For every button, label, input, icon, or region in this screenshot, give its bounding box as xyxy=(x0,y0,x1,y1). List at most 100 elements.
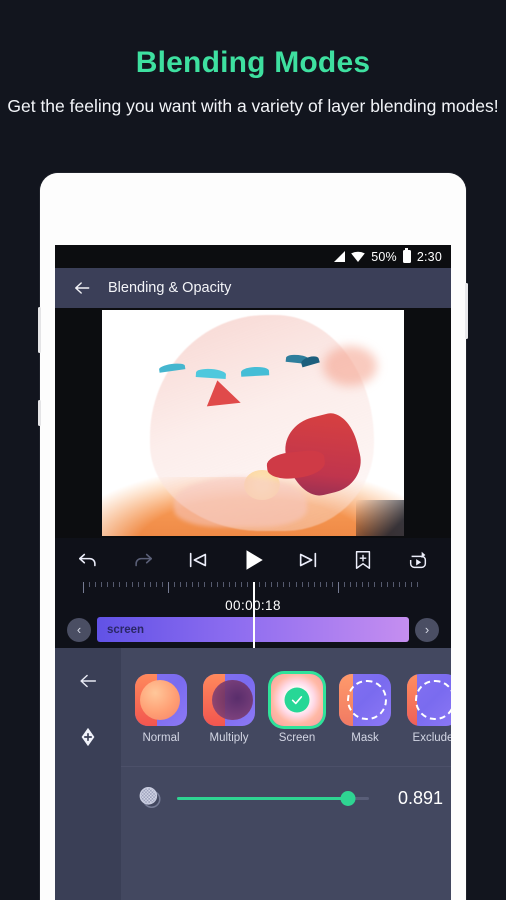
bookmark-add-icon xyxy=(355,551,371,569)
next-clip-button[interactable]: › xyxy=(415,617,439,642)
slider-knob[interactable] xyxy=(340,790,356,806)
opacity-value-label: 0.891 xyxy=(397,787,443,808)
playhead[interactable] xyxy=(253,582,255,648)
blending-panel: Normal Multiply Screen Mask Exclude 0.89… xyxy=(55,648,451,900)
battery-icon xyxy=(402,247,411,263)
blend-mode-label: Exclude xyxy=(412,732,451,744)
ruler-tick xyxy=(168,582,169,593)
video-preview[interactable] xyxy=(102,310,404,536)
skip-next-icon xyxy=(299,552,317,568)
phone-volume-button xyxy=(38,307,41,353)
ruler-tick xyxy=(331,582,333,587)
arrow-left-icon xyxy=(80,674,97,688)
ruler-tick xyxy=(404,582,406,587)
ruler-tick xyxy=(338,582,339,593)
ruler-tick xyxy=(344,582,346,587)
loop-export-button[interactable] xyxy=(405,547,431,573)
ruler-tick xyxy=(259,582,261,587)
blend-mode-screen[interactable]: Screen xyxy=(271,674,323,744)
preview-dark-corner xyxy=(355,499,404,536)
app-screen: 50% 2:30 Blending & Opacity ‹ screen › N… xyxy=(55,245,451,900)
wifi-icon xyxy=(351,251,366,262)
ruler-tick xyxy=(155,582,157,587)
status-bar: 50% 2:30 xyxy=(55,245,451,268)
page-title: Blending Modes xyxy=(135,46,371,79)
ruler-tick xyxy=(149,582,151,587)
ruler-tick xyxy=(107,582,109,587)
app-bar: Blending & Opacity xyxy=(55,268,451,308)
previous-clip-button[interactable]: ‹ xyxy=(67,617,91,642)
clock-label: 2:30 xyxy=(416,249,442,264)
slider-fill xyxy=(177,796,349,800)
opacity-icon[interactable] xyxy=(137,785,163,811)
blend-mode-multiply[interactable]: Multiply xyxy=(203,674,255,744)
ruler-tick xyxy=(410,582,412,587)
undo-icon xyxy=(78,553,96,567)
battery-percent-label: 50% xyxy=(371,249,397,264)
ruler-tick xyxy=(161,582,163,587)
ruler-tick xyxy=(137,582,139,587)
ruler-tick xyxy=(143,582,145,587)
ruler-tick xyxy=(131,582,133,587)
ruler-tick xyxy=(180,582,182,587)
thumb-circle xyxy=(139,679,181,721)
ruler-tick xyxy=(307,582,309,587)
blend-mode-thumbnail-selected xyxy=(271,674,323,726)
panel-back-button[interactable] xyxy=(75,668,101,694)
ruler-tick xyxy=(89,582,91,587)
add-keyframe-button[interactable] xyxy=(75,724,101,750)
blend-mode-thumbnail xyxy=(203,674,255,726)
play-button[interactable] xyxy=(240,547,266,573)
undo-button[interactable] xyxy=(75,547,101,573)
blend-mode-list: Normal Multiply Screen Mask Exclude xyxy=(121,648,451,744)
skip-to-end-button[interactable] xyxy=(295,547,321,573)
panel-rail xyxy=(55,648,121,900)
blend-mode-thumbnail xyxy=(339,674,391,726)
thumb-circle xyxy=(212,679,253,721)
ruler-tick xyxy=(368,582,370,587)
ruler-tick xyxy=(380,582,382,587)
blend-mode-mask[interactable]: Mask xyxy=(339,674,391,744)
ruler-tick xyxy=(83,582,84,593)
phone-volume-down-button xyxy=(38,400,41,426)
blend-mode-normal[interactable]: Normal xyxy=(135,674,187,744)
ruler-tick xyxy=(313,582,315,587)
arrow-left-icon[interactable] xyxy=(72,278,92,298)
timeline[interactable]: 00:00:18 ‹ screen › xyxy=(55,582,451,648)
ruler-tick xyxy=(289,582,291,587)
blend-mode-label: Normal xyxy=(142,732,180,744)
promo-screenshot: Blending Modes Get the feeling you want … xyxy=(0,0,506,900)
clip-label: screen xyxy=(107,623,145,636)
phone-power-button xyxy=(465,283,468,339)
blend-mode-thumbnail xyxy=(407,674,451,726)
ruler-tick xyxy=(210,582,212,587)
skip-to-start-button[interactable] xyxy=(185,547,211,573)
ruler-tick xyxy=(301,582,303,587)
promo-header: Blending Modes Get the feeling you want … xyxy=(0,0,506,119)
opacity-slider[interactable] xyxy=(177,789,369,807)
ruler-tick xyxy=(398,582,400,587)
ruler-tick xyxy=(277,582,279,587)
blend-mode-exclude[interactable]: Exclude xyxy=(407,674,451,744)
redo-icon xyxy=(135,553,153,567)
loop-icon xyxy=(409,551,427,569)
ruler-tick xyxy=(325,582,327,587)
page-subtitle: Get the feeling you want with a variety … xyxy=(7,96,499,116)
skip-previous-icon xyxy=(189,552,207,568)
ruler-tick xyxy=(216,582,218,587)
selected-check-badge xyxy=(284,687,310,713)
check-icon xyxy=(291,696,303,705)
ruler-tick xyxy=(350,582,352,587)
ruler-tick xyxy=(113,582,115,587)
ruler-tick xyxy=(295,582,297,587)
ruler-tick xyxy=(416,582,418,587)
ruler-tick xyxy=(392,582,394,587)
add-bookmark-button[interactable] xyxy=(350,547,376,573)
ruler-tick xyxy=(319,582,321,587)
app-bar-title: Blending & Opacity xyxy=(108,280,232,296)
ruler-tick xyxy=(101,582,103,587)
keyframe-diamond-icon xyxy=(81,727,95,747)
transport-controls xyxy=(55,538,451,582)
ruler-tick xyxy=(186,582,188,587)
redo-button[interactable] xyxy=(130,547,156,573)
